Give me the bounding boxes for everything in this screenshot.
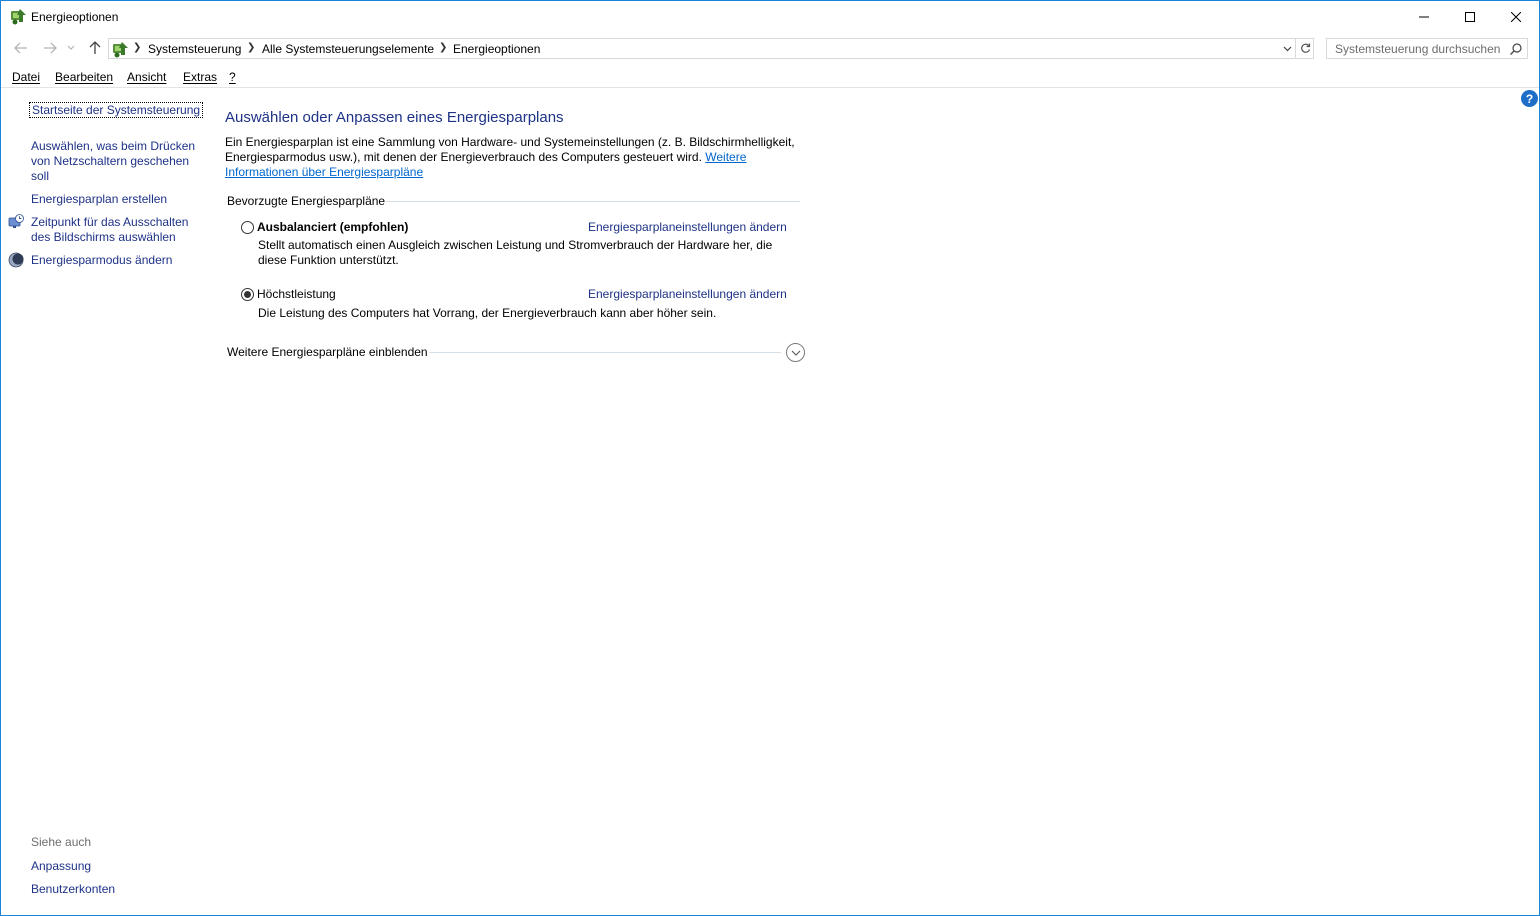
arrow-left-icon <box>14 42 27 54</box>
navigation-bar: ❯ Systemsteuerung ❯ Alle Systemsteuerung… <box>1 35 1539 61</box>
plan-name-balanced[interactable]: Ausbalanciert (empfohlen) <box>257 220 408 234</box>
see-also-benutzerkonten[interactable]: Benutzerkonten <box>31 882 115 897</box>
see-also-title: Siehe auch <box>31 835 92 849</box>
menu-mnemonic: A <box>127 70 136 84</box>
menu-bar: Datei Bearbeiten Ansicht Extras ? <box>1 67 1539 88</box>
plan-settings-link-high-performance[interactable]: Energiesparplaneinstellungen ändern <box>588 287 787 301</box>
title-bar: Energieoptionen <box>1 1 1539 32</box>
expand-plans-button[interactable] <box>786 343 805 362</box>
address-dropdown-button[interactable] <box>1279 39 1295 58</box>
plan-name-high-performance[interactable]: Höchstleistung <box>257 287 336 301</box>
breadcrumb-separator[interactable]: ❯ <box>133 42 141 53</box>
menu-label: xtras <box>191 70 218 84</box>
monitor-clock-icon <box>8 214 24 228</box>
back-button[interactable] <box>11 38 31 58</box>
intro-text: Ein Energiesparplan ist eine Sammlung vo… <box>225 135 805 180</box>
sidebar-link-sleep[interactable]: Energiesparmodus ändern <box>31 253 172 268</box>
minimize-icon <box>1419 16 1429 17</box>
menu-mnemonic: B <box>55 70 64 84</box>
menu-datei[interactable]: Datei <box>12 70 40 84</box>
refresh-button[interactable] <box>1295 39 1314 58</box>
see-also-anpassung[interactable]: Anpassung <box>31 859 91 874</box>
menu-ansicht[interactable]: Ansicht <box>127 70 166 84</box>
arrow-up-icon <box>89 41 101 54</box>
plan-settings-link-balanced[interactable]: Energiesparplaneinstellungen ändern <box>588 220 787 234</box>
menu-label: nsicht <box>135 70 167 84</box>
more-plans-divider <box>429 352 781 353</box>
up-button[interactable] <box>85 38 105 58</box>
chevron-down-icon <box>1283 46 1291 51</box>
menu-label: earbeiten <box>63 70 114 84</box>
sidebar-link-power-buttons[interactable]: Auswählen, was beim Drücken von Netzscha… <box>31 139 199 184</box>
search-input[interactable]: Systemsteuerung durchsuchen <box>1326 38 1528 59</box>
address-bar[interactable]: ❯ Systemsteuerung ❯ Alle Systemsteuerung… <box>108 38 1314 59</box>
menu-bearbeiten[interactable]: Bearbeiten <box>55 70 113 84</box>
forward-button[interactable] <box>40 38 60 58</box>
breadcrumb-alle-elemente[interactable]: Alle Systemsteuerungselemente <box>262 42 434 56</box>
search-placeholder: Systemsteuerung durchsuchen <box>1335 42 1501 56</box>
sidebar-home-link[interactable]: Startseite der Systemsteuerung <box>29 102 204 118</box>
plan-radio-balanced[interactable] <box>241 221 254 234</box>
chevron-down-icon <box>791 350 800 356</box>
minimize-button[interactable] <box>1401 1 1447 32</box>
page-title: Auswählen oder Anpassen eines Energiespa… <box>225 109 564 126</box>
menu-mnemonic: E <box>183 70 192 84</box>
maximize-icon <box>1465 11 1475 22</box>
close-button[interactable] <box>1493 1 1539 32</box>
breadcrumb-separator[interactable]: ❯ <box>247 42 255 53</box>
window: Energieoptionen ❯ Systemsteuerung ❯ Alle… <box>0 0 1540 916</box>
chevron-down-icon <box>67 45 75 50</box>
preferred-plans-title: Bevorzugte Energiesparpläne <box>227 194 386 208</box>
more-plans-label[interactable]: Weitere Energiesparpläne einblenden <box>227 345 428 359</box>
sidebar-link-create-plan[interactable]: Energiesparplan erstellen <box>31 192 167 207</box>
recent-locations-button[interactable] <box>64 38 78 58</box>
arrow-right-icon <box>44 42 57 54</box>
plan-radio-high-performance[interactable] <box>241 288 254 301</box>
group-divider <box>386 201 800 202</box>
menu-help[interactable]: ? <box>229 70 236 84</box>
menu-label: atei <box>20 70 41 84</box>
plan-description-balanced: Stellt automatisch einen Ausgleich zwisc… <box>258 238 773 267</box>
maximize-button[interactable] <box>1447 1 1493 32</box>
close-icon <box>1511 11 1521 22</box>
breadcrumb-energieoptionen[interactable]: Energieoptionen <box>453 42 540 56</box>
menu-extras[interactable]: Extras <box>183 70 217 84</box>
breadcrumb-systemsteuerung[interactable]: Systemsteuerung <box>148 42 241 56</box>
sidebar-link-display-off[interactable]: Zeitpunkt für das Ausschalten des Bildsc… <box>31 215 199 245</box>
menu-mnemonic: D <box>12 70 21 84</box>
search-icon[interactable] <box>1509 42 1523 56</box>
refresh-icon <box>1300 43 1310 53</box>
menu-mnemonic: ? <box>229 70 236 84</box>
moon-icon <box>8 252 24 268</box>
control-panel-icon <box>113 42 128 58</box>
breadcrumb-separator[interactable]: ❯ <box>439 42 447 53</box>
window-title: Energieoptionen <box>31 10 119 24</box>
help-icon[interactable]: ? <box>1521 90 1538 107</box>
power-options-icon <box>11 9 26 25</box>
plan-description-high-performance: Die Leistung des Computers hat Vorrang, … <box>258 306 717 320</box>
